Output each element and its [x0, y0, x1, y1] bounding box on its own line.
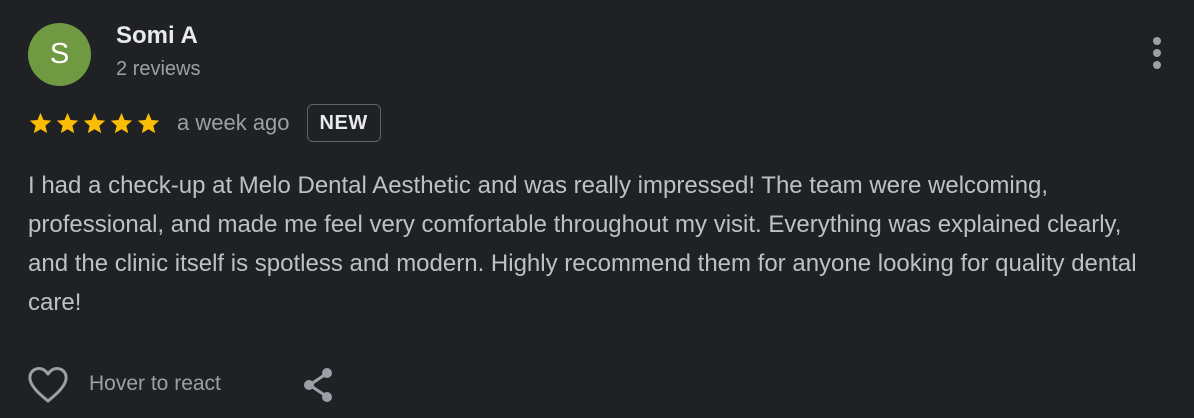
review-card: S Somi A 2 reviews a week ago NEW I had … [0, 0, 1194, 418]
more-options-button[interactable] [1140, 33, 1176, 73]
avatar[interactable]: S [28, 23, 91, 86]
share-button[interactable] [300, 366, 338, 404]
more-vertical-icon-dot [1153, 37, 1161, 45]
share-icon [304, 368, 332, 402]
star-icon [83, 112, 106, 133]
star-icon [56, 112, 79, 133]
like-button[interactable] [26, 365, 70, 405]
star-icon [137, 112, 160, 133]
heart-outline-icon [28, 367, 68, 403]
more-vertical-icon-dot [1153, 61, 1161, 69]
review-timestamp: a week ago [177, 110, 290, 135]
author-review-count: 2 reviews [116, 58, 201, 80]
star-icon [29, 112, 52, 133]
more-vertical-icon-dot [1153, 49, 1161, 57]
review-text: I had a check-up at Melo Dental Aestheti… [28, 172, 1137, 316]
new-badge: NEW [306, 104, 381, 142]
rating-row: a week ago NEW [28, 101, 381, 145]
react-label: Hover to react [89, 372, 221, 395]
author-name[interactable]: Somi A [116, 22, 198, 50]
star-rating [28, 111, 161, 136]
star-icon [110, 112, 133, 133]
